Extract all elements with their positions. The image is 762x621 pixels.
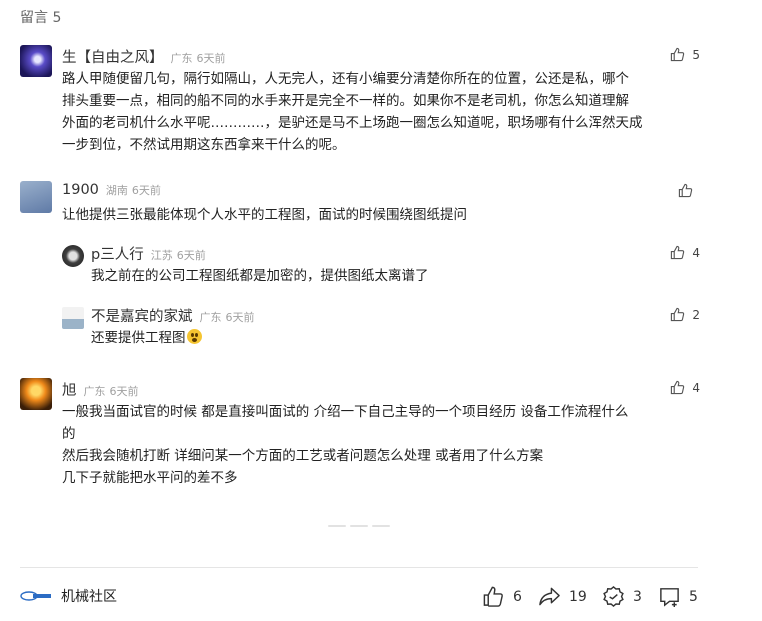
recommend-icon bbox=[603, 585, 624, 608]
divider bbox=[20, 567, 698, 568]
community-link[interactable]: 机械社区 bbox=[20, 586, 117, 606]
location: 广东 bbox=[83, 385, 106, 398]
like-button[interactable] bbox=[678, 183, 700, 198]
timestamp: 6天前 bbox=[131, 184, 161, 197]
recommend-action[interactable]: 3 bbox=[602, 585, 642, 608]
username[interactable]: p三人行 bbox=[91, 243, 144, 264]
avatar[interactable] bbox=[62, 245, 84, 267]
avatar[interactable] bbox=[20, 45, 52, 77]
recommend-count: 3 bbox=[633, 588, 642, 605]
comment-text: 路人甲随便留几句，隔行如隔山，人无完人，还有小编要分清楚你所在的位置，公还是私，… bbox=[62, 71, 643, 153]
thumb-up-icon bbox=[671, 307, 685, 322]
timestamp: 6天前 bbox=[109, 385, 139, 398]
reply-text: 我之前在的公司工程图纸都是加密的，提供图纸太离谱了 bbox=[91, 268, 429, 284]
timestamp: 6天前 bbox=[176, 249, 206, 262]
username[interactable]: 生【自由之风】 bbox=[62, 46, 164, 67]
timestamp: 6天前 bbox=[196, 52, 226, 65]
share-icon bbox=[539, 587, 560, 606]
share-action[interactable]: 19 bbox=[538, 585, 587, 608]
comment-text: 一般我当面试官的时候 都是直接叫面试的 介绍一下自己主导的一个项目经历 设备工作… bbox=[62, 404, 629, 486]
like-count: 2 bbox=[692, 307, 700, 322]
thumb-up-icon bbox=[671, 245, 685, 260]
username[interactable]: 1900 bbox=[62, 182, 99, 198]
avatar[interactable] bbox=[20, 181, 52, 213]
comment-text: 让他提供三张最能体现个人水平的工程图，面试的时候围绕图纸提问 bbox=[62, 207, 467, 223]
like-count: 4 bbox=[692, 245, 700, 260]
thumb-up-icon bbox=[483, 586, 503, 607]
thumb-up-icon bbox=[678, 183, 693, 198]
avatar[interactable] bbox=[20, 378, 52, 410]
article-footer: 机械社区 6 19 3 5 bbox=[20, 583, 720, 611]
comment-action[interactable]: 5 bbox=[658, 585, 698, 608]
like-count: 6 bbox=[513, 588, 522, 605]
comment-icon bbox=[660, 588, 679, 608]
comment-count: 5 bbox=[689, 588, 698, 605]
location: 湖南 bbox=[105, 184, 128, 197]
thumb-up-icon bbox=[671, 380, 685, 395]
share-count: 19 bbox=[569, 588, 587, 605]
like-action[interactable]: 6 bbox=[482, 585, 522, 608]
like-button[interactable]: 4 bbox=[670, 380, 700, 395]
like-button[interactable]: 5 bbox=[670, 47, 700, 62]
reply-text: 还要提供工程图 bbox=[91, 327, 202, 349]
loading-indicator bbox=[328, 525, 390, 527]
location: 江苏 bbox=[150, 249, 173, 262]
username[interactable]: 旭 bbox=[62, 379, 77, 400]
username[interactable]: 不是嘉宾的家斌 bbox=[91, 305, 193, 326]
community-logo-icon bbox=[20, 591, 51, 601]
reply-item: p三人行 江苏 6天前 4 我之前在的公司工程图纸都是加密的，提供图纸太离谱了 bbox=[62, 243, 700, 284]
location: 广东 bbox=[170, 52, 193, 65]
like-count: 4 bbox=[692, 380, 700, 395]
avatar[interactable] bbox=[62, 307, 84, 329]
surprised-emoji-icon bbox=[186, 329, 202, 344]
like-button[interactable]: 4 bbox=[670, 245, 700, 260]
like-count: 5 bbox=[692, 47, 700, 62]
community-name: 机械社区 bbox=[61, 589, 117, 605]
reply-item: 不是嘉宾的家斌 广东 6天前 2 还要提供工程图 bbox=[62, 305, 700, 346]
like-button[interactable]: 2 bbox=[670, 307, 700, 322]
timestamp: 6天前 bbox=[225, 311, 255, 324]
comments-header: 留言 5 bbox=[20, 10, 62, 26]
thumb-up-icon bbox=[671, 47, 685, 62]
location: 广东 bbox=[199, 311, 222, 324]
